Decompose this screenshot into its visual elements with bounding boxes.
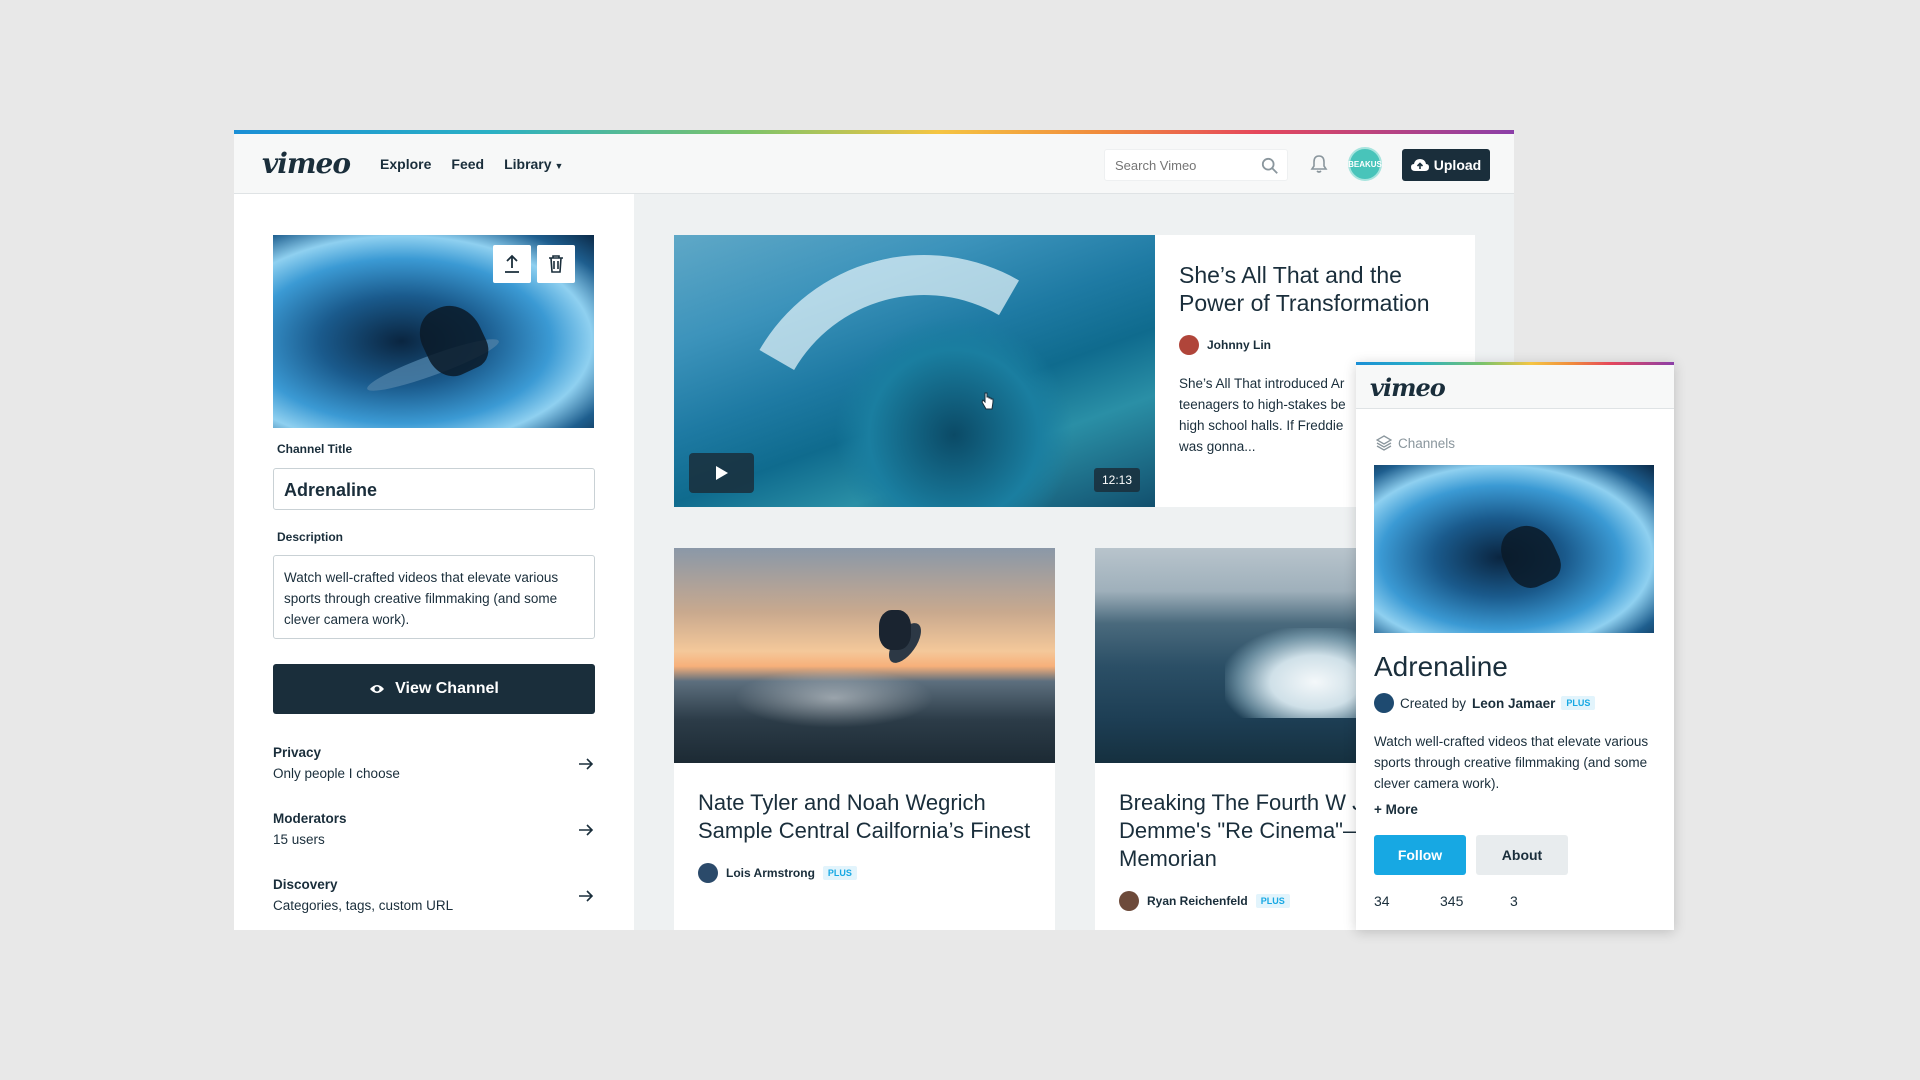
search-box — [1104, 149, 1288, 181]
channels-label-row: Channels — [1376, 435, 1674, 451]
setting-discovery-title: Discovery — [273, 877, 338, 892]
popup-buttons: Follow About — [1374, 835, 1674, 875]
upload-icon — [505, 254, 519, 273]
channels-label: Channels — [1398, 435, 1456, 451]
author-avatar[interactable] — [698, 863, 718, 883]
spray-shape — [734, 668, 934, 728]
author-avatar[interactable] — [1119, 891, 1139, 911]
stat-value: 345 — [1440, 893, 1464, 909]
upload-button[interactable]: Upload — [1402, 149, 1490, 181]
setting-privacy[interactable]: Privacy Only people I choose — [273, 745, 595, 791]
play-icon — [715, 466, 728, 480]
arrow-right-icon — [579, 758, 594, 770]
channel-title: Adrenaline — [1374, 651, 1508, 682]
description-field[interactable]: Watch well-crafted videos that elevate v… — [273, 555, 595, 639]
app-window: vimeo Explore Feed Library▼ BEAKUS Uploa… — [234, 130, 1514, 930]
author-avatar[interactable] — [1179, 335, 1199, 355]
view-channel-button[interactable]: View Channel — [273, 664, 595, 714]
author-name[interactable]: Lois Armstrong — [726, 866, 815, 880]
creator-name[interactable]: Leon Jamaer — [1472, 696, 1555, 711]
video-thumbnail[interactable] — [674, 548, 1055, 763]
hand-cursor-icon — [981, 392, 994, 410]
description-label: Description — [277, 530, 344, 544]
channel-title-field[interactable]: Adrenaline — [273, 468, 595, 510]
channel-title-label: Channel Title — [277, 442, 353, 456]
top-nav: vimeo Explore Feed Library▼ BEAKUS Uploa… — [234, 134, 1514, 194]
video-card[interactable]: Nate Tyler and Noah Wegrich Sample Centr… — [674, 548, 1055, 930]
setting-moderators[interactable]: Moderators 15 users — [273, 811, 595, 857]
channels-icon — [1376, 435, 1392, 451]
nav-explore[interactable]: Explore — [380, 156, 431, 172]
plus-badge: PLUS — [1255, 894, 1290, 908]
eye-icon — [370, 685, 385, 693]
setting-moderators-sub: 15 users — [273, 832, 325, 847]
nav-library[interactable]: Library ▼ — [504, 156, 563, 172]
surfer-shape — [1493, 516, 1567, 596]
trash-icon — [549, 255, 563, 273]
plus-badge: PLUS — [1561, 696, 1596, 710]
video-title[interactable]: Nate Tyler and Noah Wegrich Sample Centr… — [698, 789, 1031, 845]
author-name[interactable]: Ryan Reichenfeld — [1147, 894, 1248, 908]
featured-description: She’s All That introduced Ar teenagers t… — [1179, 376, 1346, 454]
created-by-row: Created by Leon Jamaer PLUS — [1374, 693, 1674, 713]
avatar[interactable]: BEAKUS — [1348, 147, 1382, 181]
arrow-right-icon — [579, 890, 594, 902]
search-icon[interactable] — [1261, 157, 1279, 175]
plus-badge: PLUS — [822, 866, 857, 880]
channel-description: Watch well-crafted videos that elevate v… — [1374, 734, 1649, 791]
nav-feed[interactable]: Feed — [451, 156, 484, 172]
cloud-upload-icon — [1410, 159, 1429, 171]
channel-thumbnail — [273, 235, 594, 428]
card-body: Nate Tyler and Noah Wegrich Sample Centr… — [674, 763, 1055, 909]
stat-value: 34 — [1374, 893, 1390, 909]
author-name[interactable]: Johnny Lin — [1207, 338, 1271, 352]
featured-author-row: Johnny Lin — [1179, 335, 1451, 355]
card-author-row: Lois Armstrong PLUS — [698, 863, 1031, 883]
wave-crest-shape — [691, 235, 1155, 507]
featured-video-thumbnail[interactable]: 12:13 — [674, 235, 1155, 507]
featured-video-title[interactable]: She’s All That and the Power of Transfor… — [1179, 261, 1451, 317]
nav-library-label: Library — [504, 155, 552, 172]
channel-stats: 34 345 3 — [1374, 893, 1674, 909]
arrow-right-icon — [579, 824, 594, 836]
view-channel-label: View Channel — [395, 680, 499, 697]
upload-thumbnail-button[interactable] — [493, 245, 531, 283]
setting-discovery[interactable]: Discovery Categories, tags, custom URL — [273, 877, 595, 923]
duration-badge: 12:13 — [1093, 468, 1140, 492]
upload-label: Upload — [1433, 157, 1482, 173]
play-button[interactable] — [689, 453, 754, 493]
vimeo-logo[interactable]: vimeo — [262, 147, 351, 180]
channel-popup-card: vimeo Channels Adrenaline Created by Leo… — [1356, 362, 1674, 930]
stat-value: 3 — [1510, 893, 1518, 909]
about-button[interactable]: About — [1476, 835, 1568, 875]
channel-editor-panel: Channel Title Adrenaline Description Wat… — [234, 194, 634, 930]
popup-header: vimeo — [1356, 365, 1674, 409]
setting-privacy-sub: Only people I choose — [273, 766, 400, 781]
creator-avatar[interactable] — [1374, 693, 1394, 713]
chevron-down-icon: ▼ — [554, 160, 564, 171]
setting-privacy-title: Privacy — [273, 745, 322, 760]
channel-thumbnail[interactable] — [1374, 465, 1654, 633]
delete-thumbnail-button[interactable] — [537, 245, 575, 283]
setting-discovery-sub: Categories, tags, custom URL — [273, 898, 454, 913]
created-by-prefix: Created by — [1400, 695, 1467, 711]
setting-moderators-title: Moderators — [273, 811, 347, 826]
search-input[interactable] — [1115, 157, 1245, 173]
bell-icon[interactable] — [1309, 154, 1329, 174]
surfer-shape — [879, 610, 911, 650]
vimeo-logo[interactable]: vimeo — [1370, 373, 1446, 402]
more-link[interactable]: + More — [1374, 802, 1674, 817]
follow-button[interactable]: Follow — [1374, 835, 1466, 875]
